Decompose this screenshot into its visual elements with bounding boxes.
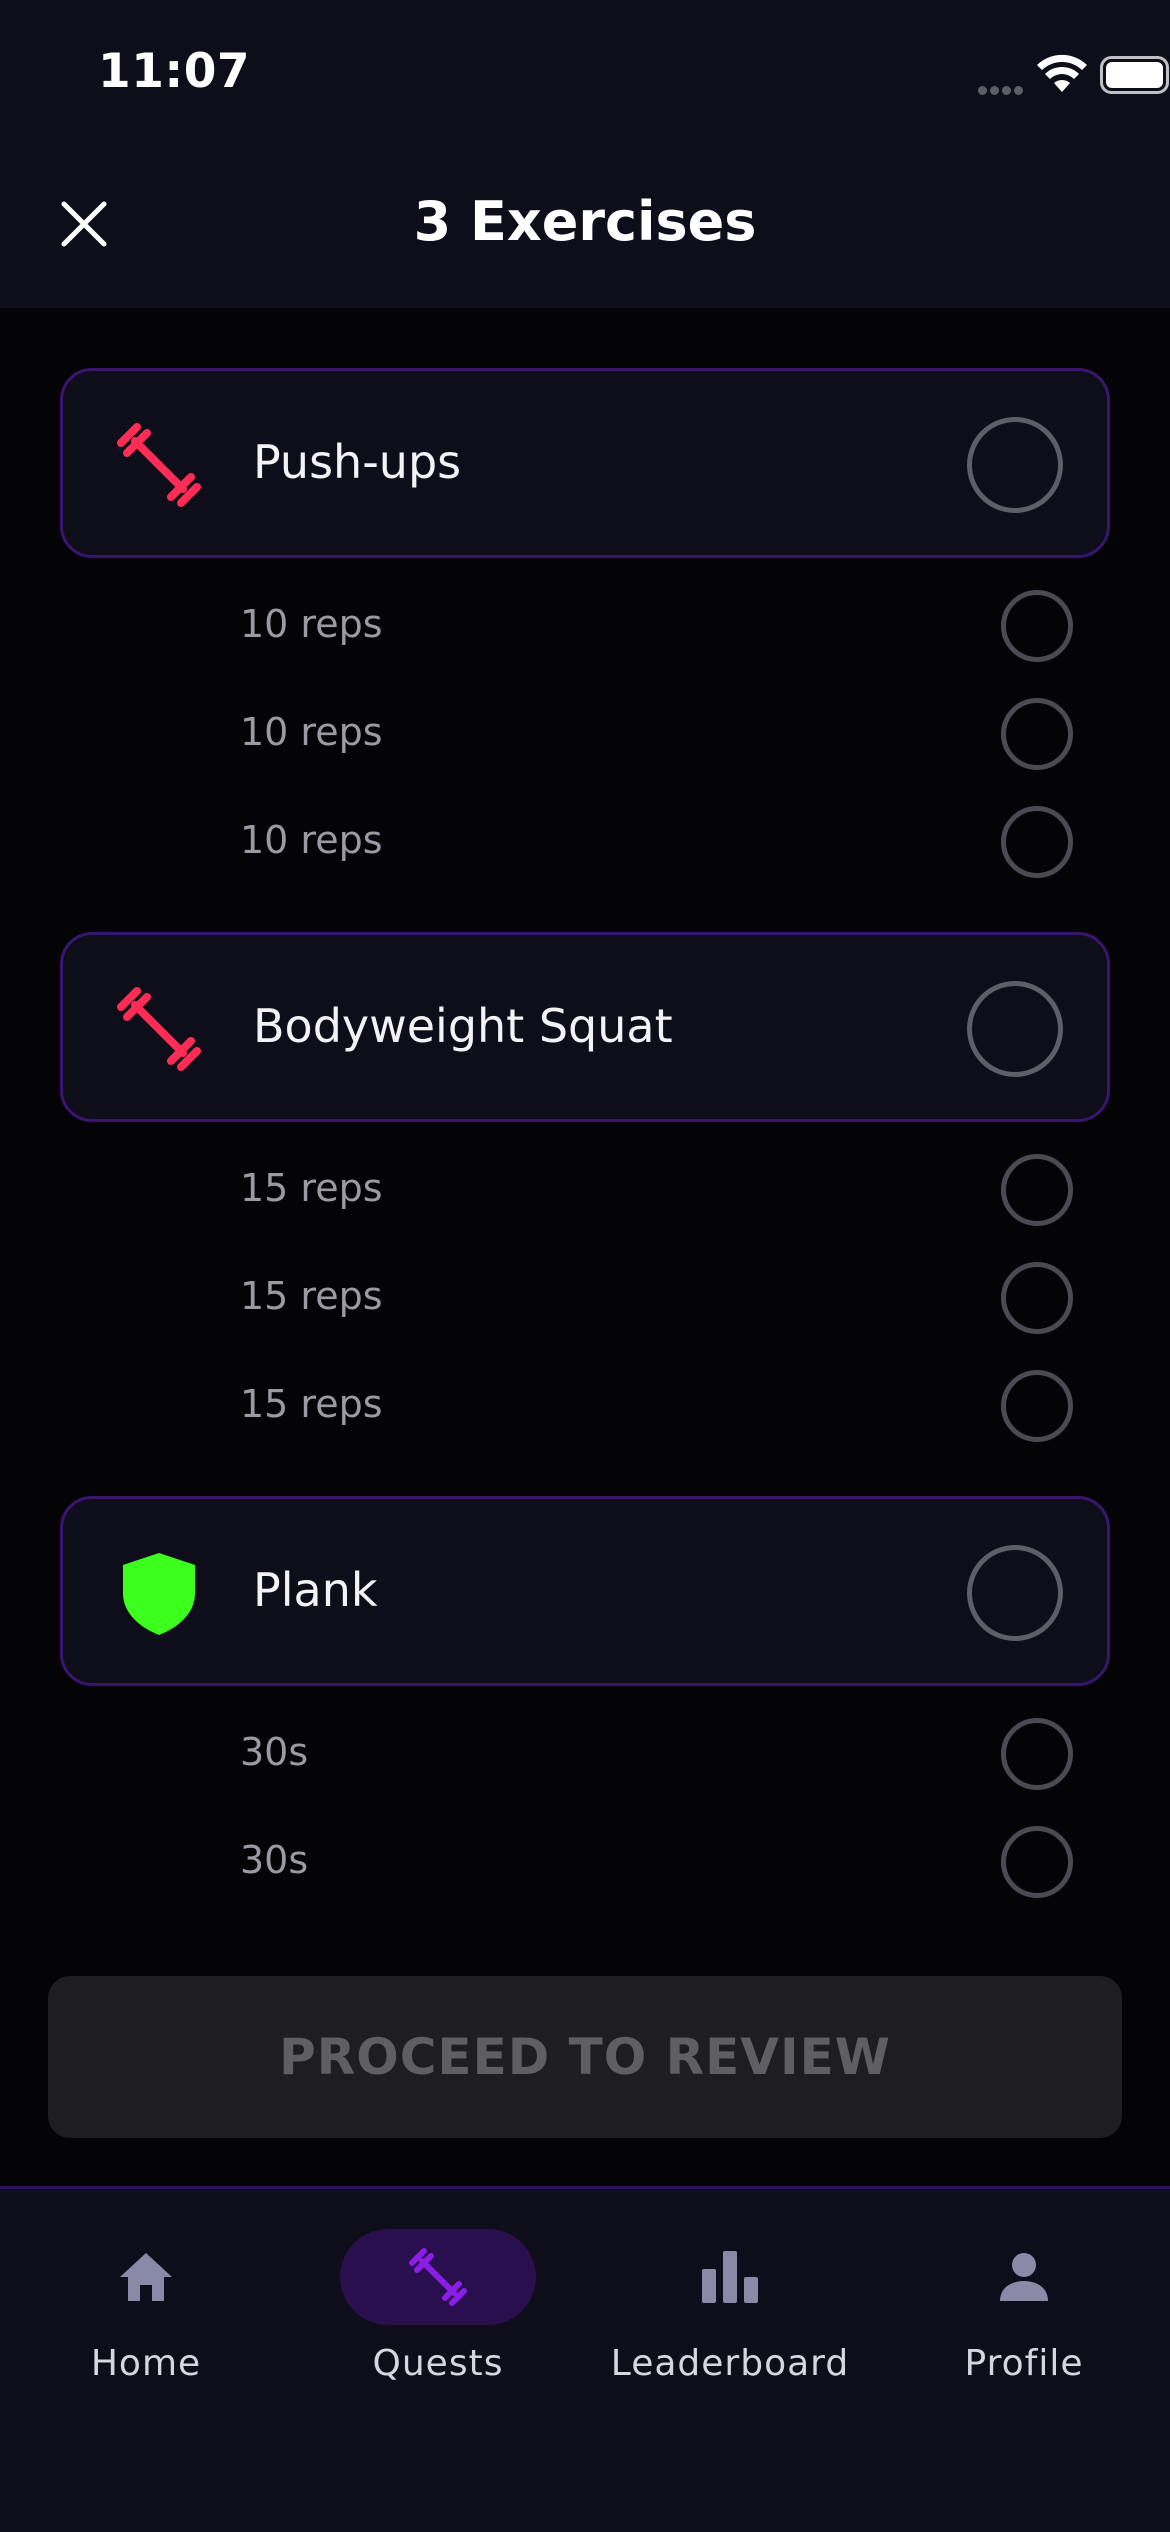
person-icon [1000, 2253, 1048, 2301]
set-checkbox[interactable] [1001, 590, 1073, 662]
status-time: 11:07 [98, 44, 251, 99]
set-label: 30s [240, 1838, 309, 1882]
nav-label: Profile [964, 2343, 1084, 2384]
cellular-signal-icon [978, 80, 1026, 99]
proceed-to-review-button[interactable]: PROCEED TO REVIEW [48, 1976, 1122, 2138]
top-bar: 11:07 3 Exercises [0, 0, 1170, 308]
nav-label: Quests [372, 2343, 504, 2384]
nav-item-profile[interactable]: Profile [894, 2229, 1154, 2409]
set-checkbox[interactable] [1001, 806, 1073, 878]
set-label: 10 reps [240, 818, 383, 862]
battery-icon [1100, 56, 1169, 94]
page-title: 3 Exercises [413, 190, 757, 253]
set-checkbox[interactable] [1001, 1826, 1073, 1898]
proceed-button-label: PROCEED TO REVIEW [279, 2028, 891, 2086]
exercise-name: Push-ups [253, 435, 462, 489]
set-row[interactable]: 30s [0, 1822, 1170, 1902]
set-label: 15 reps [240, 1382, 383, 1426]
exercise-name: Bodyweight Squat [253, 999, 673, 1053]
set-label: 15 reps [240, 1274, 383, 1318]
nav-label: Home [90, 2343, 202, 2384]
exercise-complete-checkbox[interactable] [967, 417, 1063, 513]
set-row[interactable]: 15 reps [0, 1366, 1170, 1446]
set-row[interactable]: 10 reps [0, 802, 1170, 882]
set-checkbox[interactable] [1001, 1370, 1073, 1442]
dumbbell-icon [115, 421, 203, 509]
set-checkbox[interactable] [1001, 1154, 1073, 1226]
bar-chart-icon [702, 2251, 758, 2303]
shield-icon [115, 1549, 203, 1637]
nav-label: Leaderboard [610, 2343, 850, 2384]
set-label: 10 reps [240, 602, 383, 646]
exercise-name: Plank [253, 1563, 378, 1617]
exercise-complete-checkbox[interactable] [967, 981, 1063, 1077]
set-row[interactable]: 15 reps [0, 1258, 1170, 1338]
set-label: 10 reps [240, 710, 383, 754]
set-checkbox[interactable] [1001, 1718, 1073, 1790]
set-row[interactable]: 30s [0, 1714, 1170, 1794]
set-label: 15 reps [240, 1166, 383, 1210]
set-row[interactable]: 15 reps [0, 1150, 1170, 1230]
set-checkbox[interactable] [1001, 698, 1073, 770]
nav-item-quests[interactable]: Quests [308, 2229, 568, 2409]
set-label: 30s [240, 1730, 309, 1774]
exercise-card-bodyweight-squat[interactable]: Bodyweight Squat [60, 932, 1110, 1122]
dumbbell-icon [115, 985, 203, 1073]
set-row[interactable]: 10 reps [0, 694, 1170, 774]
nav-item-leaderboard[interactable]: Leaderboard [600, 2229, 860, 2409]
exercise-complete-checkbox[interactable] [967, 1545, 1063, 1641]
set-row[interactable]: 10 reps [0, 586, 1170, 666]
exercise-card-push-ups[interactable]: Push-ups [60, 368, 1110, 558]
wifi-icon [1037, 54, 1087, 92]
bottom-nav: Home Quests Leaderboard Profile [0, 2186, 1170, 2532]
home-icon [120, 2253, 172, 2301]
dumbbell-icon [409, 2248, 467, 2306]
exercise-card-plank[interactable]: Plank [60, 1496, 1110, 1686]
set-checkbox[interactable] [1001, 1262, 1073, 1334]
nav-item-home[interactable]: Home [16, 2229, 276, 2409]
